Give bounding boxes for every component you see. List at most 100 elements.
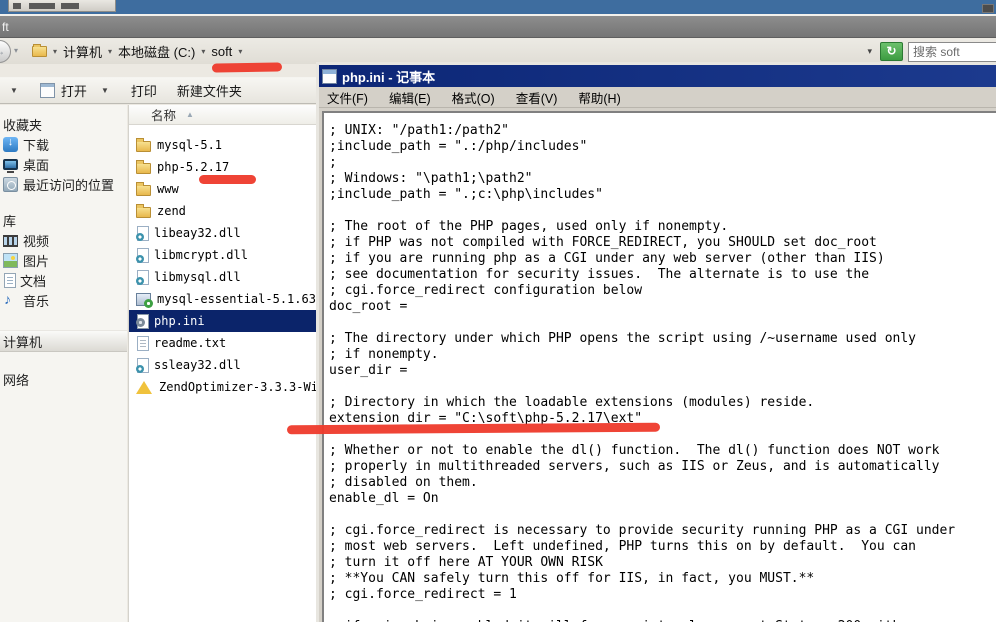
sidebar-icon <box>3 235 18 247</box>
open-button[interactable]: 打开 <box>61 81 87 100</box>
file-name: ZendOptimizer-3.3.3-Windo <box>159 380 340 394</box>
menu-item[interactable]: 帮助(H) <box>570 86 628 109</box>
notepad-menubar: 文件(F) 编辑(E) 格式(O) 查看(V) 帮助(H) <box>319 87 996 108</box>
text-line: ; Directory in which the loadable extens… <box>329 395 992 411</box>
sidebar-item[interactable]: 视频 <box>0 230 127 250</box>
text-line: ; **You CAN safely turn this off for IIS… <box>329 571 992 587</box>
print-button[interactable]: 打印 <box>131 81 157 100</box>
file-row[interactable]: libmysql.dll <box>129 266 316 288</box>
sidebar-item[interactable]: 网络 <box>0 369 127 389</box>
file-row[interactable]: zend <box>129 200 316 222</box>
sidebar-item[interactable]: 图片 <box>0 250 127 270</box>
menu-item[interactable]: 文件(F) <box>319 86 376 109</box>
search-input[interactable] <box>908 42 996 62</box>
file-row[interactable]: php.ini <box>129 310 316 332</box>
chevron-down-icon[interactable]: ▾ <box>53 47 57 56</box>
file-row[interactable]: libmcrypt.dll <box>129 244 316 266</box>
file-icon <box>136 207 151 218</box>
text-line <box>329 507 992 523</box>
notepad-icon <box>322 69 337 84</box>
notepad-text-area[interactable]: ; UNIX: "/path1:/path2" ;include_path = … <box>322 111 996 622</box>
text-line: ; properly in multithreaded servers, suc… <box>329 459 992 475</box>
sidebar-item-label: 图片 <box>23 251 49 270</box>
chevron-down-icon[interactable]: ▾ <box>108 47 112 56</box>
sidebar-item[interactable]: 文档 <box>0 270 127 290</box>
forward-button[interactable]: → <box>0 40 11 63</box>
text-line: ; Windows: "\path1;\path2" <box>329 171 992 187</box>
sidebar-icon <box>3 137 18 152</box>
file-name: readme.txt <box>154 336 226 350</box>
text-line: ; <box>329 155 992 171</box>
breadcrumb-item[interactable]: soft <box>211 44 232 59</box>
sidebar-item[interactable]: 音乐 <box>0 290 127 310</box>
file-icon <box>137 314 149 329</box>
text-line <box>329 379 992 395</box>
text-line: ; disabled on them. <box>329 475 992 491</box>
sidebar-icon <box>3 293 18 308</box>
organize-dropdown-icon[interactable]: ▼ <box>10 86 18 95</box>
background-window-fragment <box>8 0 116 12</box>
file-name: libmcrypt.dll <box>154 248 248 262</box>
text-line: ; The root of the PHP pages, used only i… <box>329 219 992 235</box>
breadcrumb-item[interactable]: 本地磁盘 (C:) <box>118 42 195 61</box>
text-line: doc_root = <box>329 299 992 315</box>
text-line: ; cgi.force_redirect = 1 <box>329 587 992 603</box>
new-folder-button[interactable]: 新建文件夹 <box>177 81 242 100</box>
file-row[interactable]: libeay32.dll <box>129 222 316 244</box>
sidebar-icon <box>3 159 18 170</box>
text-line <box>329 203 992 219</box>
sidebar-item-label: 文档 <box>20 271 46 290</box>
menu-item[interactable]: 查看(V) <box>508 86 566 109</box>
menu-item[interactable]: 编辑(E) <box>381 86 439 109</box>
address-dropdown-icon[interactable]: ▾ <box>867 46 872 57</box>
open-dropdown-icon[interactable]: ▼ <box>101 86 109 95</box>
sidebar-item[interactable]: 收藏夹 <box>0 114 127 134</box>
desktop-top-strip <box>0 0 996 14</box>
file-row[interactable]: mysql-essential-5.1.63-wi <box>129 288 316 310</box>
text-line: ; most web servers. Left undefined, PHP … <box>329 539 992 555</box>
address-bar: → ▾ ▾ 计算机 ▾ 本地磁盘 (C:) ▾ soft ▾ <box>0 39 996 64</box>
sort-ascending-icon: ▲ <box>186 110 194 119</box>
text-line: user_dir = <box>329 363 992 379</box>
file-name: php.ini <box>154 314 205 328</box>
file-name: mysql-essential-5.1.63-wi <box>157 292 338 306</box>
sidebar-item[interactable]: 库 <box>0 210 127 230</box>
column-header-name[interactable]: 名称 ▲ <box>129 105 316 125</box>
sidebar-item-label: 计算机 <box>3 332 42 351</box>
file-icon <box>137 248 149 263</box>
text-line: ; if PHP was not compiled with FORCE_RED… <box>329 235 992 251</box>
breadcrumb-item[interactable]: 计算机 <box>63 42 102 61</box>
notepad-window: php.ini - 记事本 文件(F) 编辑(E) 格式(O) 查看(V) 帮助… <box>316 62 996 622</box>
file-row[interactable]: ZendOptimizer-3.3.3-Windo <box>129 376 316 398</box>
chevron-down-icon[interactable]: ▾ <box>238 47 242 56</box>
screen: ft → ▾ ▾ 计算机 ▾ 本地磁盘 (C:) ▾ soft <box>0 0 996 622</box>
text-line: ; The directory under which PHP opens th… <box>329 331 992 347</box>
file-row[interactable]: ssleay32.dll <box>129 354 316 376</box>
chevron-down-icon[interactable]: ▾ <box>201 47 205 56</box>
text-line <box>329 603 992 619</box>
nav-history-dropdown-icon[interactable]: ▾ <box>14 46 18 55</box>
notepad-titlebar[interactable]: php.ini - 记事本 <box>319 65 996 87</box>
text-line: ;include_path = ".;c:\php\includes" <box>329 187 992 203</box>
menu-item[interactable]: 格式(O) <box>444 86 503 109</box>
text-line: ; if you are running php as a CGI under … <box>329 251 992 267</box>
sidebar-item-label: 收藏夹 <box>3 115 42 134</box>
file-name: www <box>157 182 179 196</box>
sidebar-item[interactable]: 下载 <box>0 134 127 154</box>
text-line: ;include_path = ".:/php/includes" <box>329 139 992 155</box>
sidebar-item[interactable]: 计算机 <box>0 330 127 352</box>
file-row[interactable]: readme.txt <box>129 332 316 354</box>
file-icon <box>136 141 151 152</box>
file-name: zend <box>157 204 186 218</box>
address-bar-right: ▾ ↻ <box>867 39 996 64</box>
sidebar-item[interactable]: 桌面 <box>0 154 127 174</box>
notepad-title: php.ini - 记事本 <box>342 67 435 86</box>
sidebar-item[interactable]: 最近访问的位置 <box>0 174 127 194</box>
text-line: ; cgi.force_redirect is necessary to pro… <box>329 523 992 539</box>
file-name: mysql-5.1 <box>157 138 222 152</box>
refresh-button[interactable]: ↻ <box>880 42 903 61</box>
file-icon <box>136 381 152 394</box>
file-row[interactable]: mysql-5.1 <box>129 134 316 156</box>
file-list: mysql-5.1 php-5.2.17 www <box>129 125 316 398</box>
sidebar-icon <box>3 177 18 192</box>
